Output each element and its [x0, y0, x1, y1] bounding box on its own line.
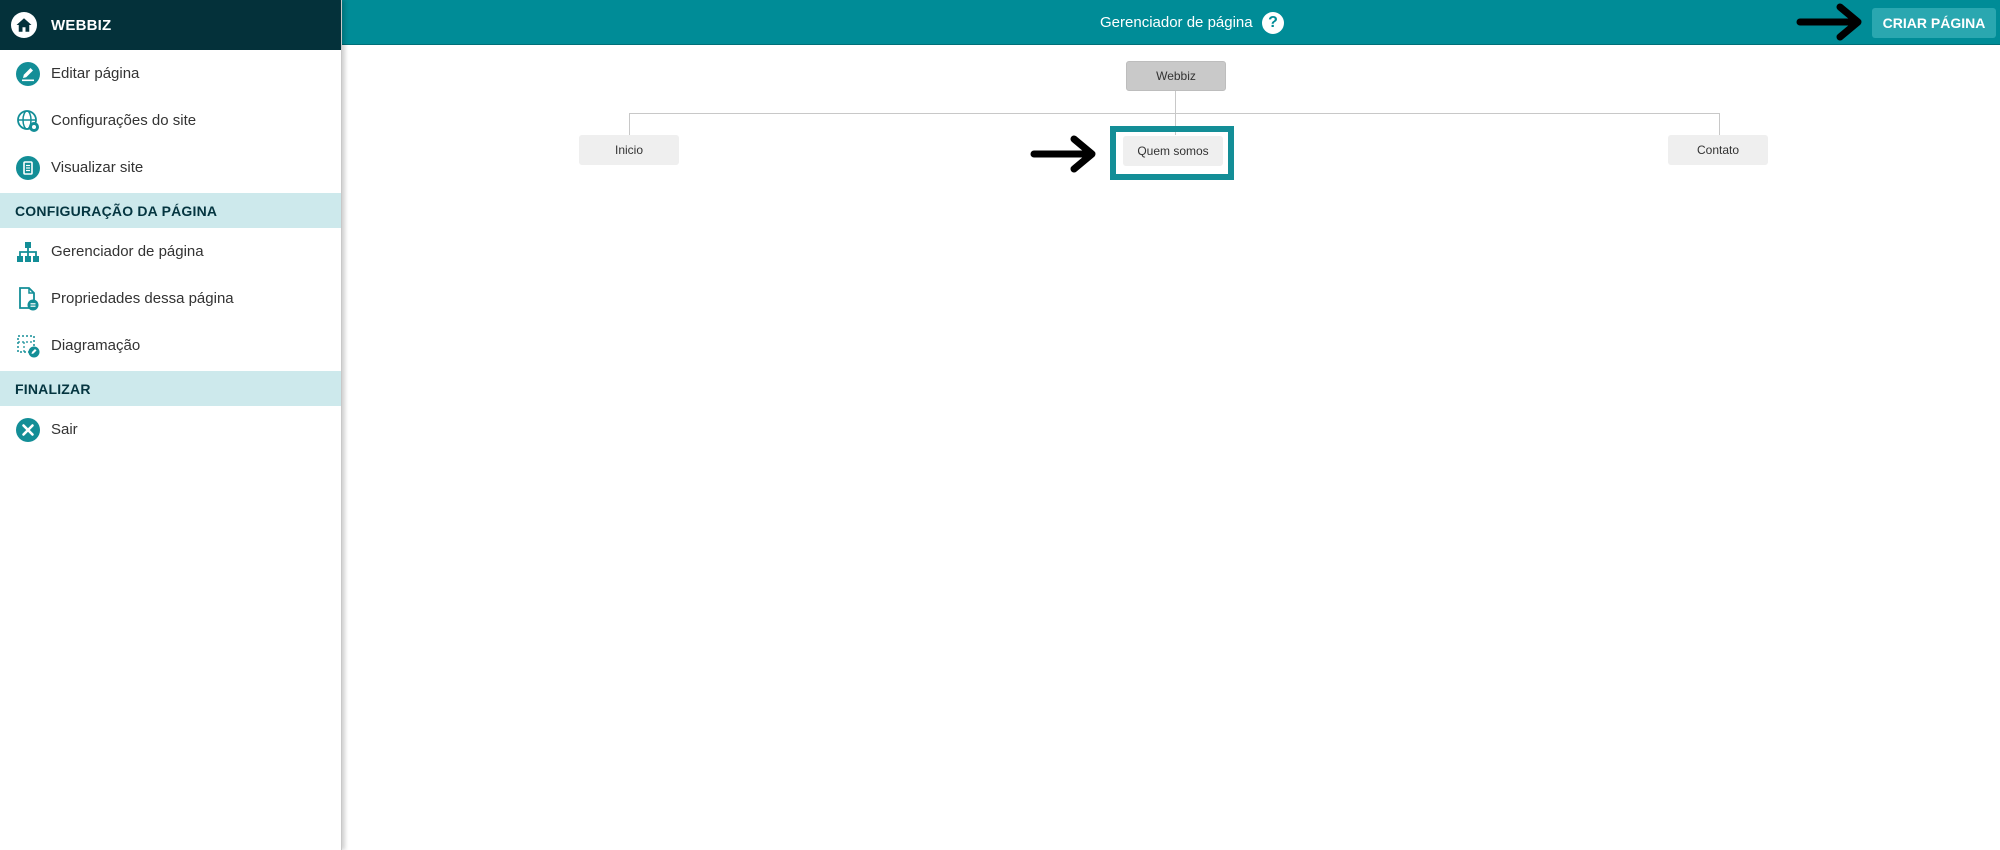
top-bar: Gerenciador de página ? CRIAR PÁGINA — [342, 0, 2000, 45]
section-header-configuracao-pagina: CONFIGURAÇÃO DA PÁGINA — [0, 193, 341, 228]
menu-item-label: Gerenciador de página — [51, 243, 204, 260]
help-icon[interactable]: ? — [1262, 12, 1284, 34]
sitemap-icon — [15, 239, 41, 265]
arrow-right-icon — [1796, 3, 1862, 41]
view-site-icon — [15, 155, 41, 181]
sidebar: WEBBIZ Editar página Configurações do si… — [0, 0, 342, 850]
home-icon[interactable] — [11, 12, 37, 38]
menu-item-sair[interactable]: Sair — [0, 406, 341, 453]
selection-highlight — [1110, 126, 1234, 180]
menu-item-configuracoes-site[interactable]: Configurações do site — [0, 97, 341, 144]
tree-node-inicio[interactable]: Inicio — [579, 135, 679, 165]
menu-item-label: Configurações do site — [51, 112, 197, 129]
tree-connector — [1719, 113, 1720, 135]
brand-header[interactable]: WEBBIZ — [0, 0, 341, 50]
arrow-right-icon — [1030, 135, 1096, 173]
menu-item-diagramacao[interactable]: Diagramação — [0, 322, 341, 369]
create-page-button[interactable]: CRIAR PÁGINA — [1872, 8, 1996, 38]
tree-connector — [1175, 91, 1176, 113]
menu-item-propriedades-pagina[interactable]: Propriedades dessa página — [0, 275, 341, 322]
close-circle-icon — [15, 417, 41, 443]
menu-item-editar-pagina[interactable]: Editar página — [0, 50, 341, 97]
menu-item-visualizar-site[interactable]: Visualizar site — [0, 144, 341, 191]
menu-item-label: Diagramação — [51, 337, 141, 354]
page-title: Gerenciador de página — [1100, 14, 1253, 31]
menu-item-gerenciador-pagina[interactable]: Gerenciador de página — [0, 228, 341, 275]
edit-page-icon — [15, 61, 41, 87]
menu-item-label: Visualizar site — [51, 159, 144, 176]
page-properties-icon — [15, 286, 41, 312]
tree-connector — [629, 113, 630, 135]
layout-icon — [15, 333, 41, 359]
menu-item-label: Editar página — [51, 65, 140, 82]
globe-settings-icon — [15, 108, 41, 134]
tree-node-contato[interactable]: Contato — [1668, 135, 1768, 165]
section-header-finalizar: FINALIZAR — [0, 371, 341, 406]
menu-item-label: Propriedades dessa página — [51, 290, 234, 307]
brand-title: WEBBIZ — [51, 16, 112, 34]
tree-node-root[interactable]: Webbiz — [1126, 61, 1226, 91]
menu-item-label: Sair — [51, 421, 78, 438]
